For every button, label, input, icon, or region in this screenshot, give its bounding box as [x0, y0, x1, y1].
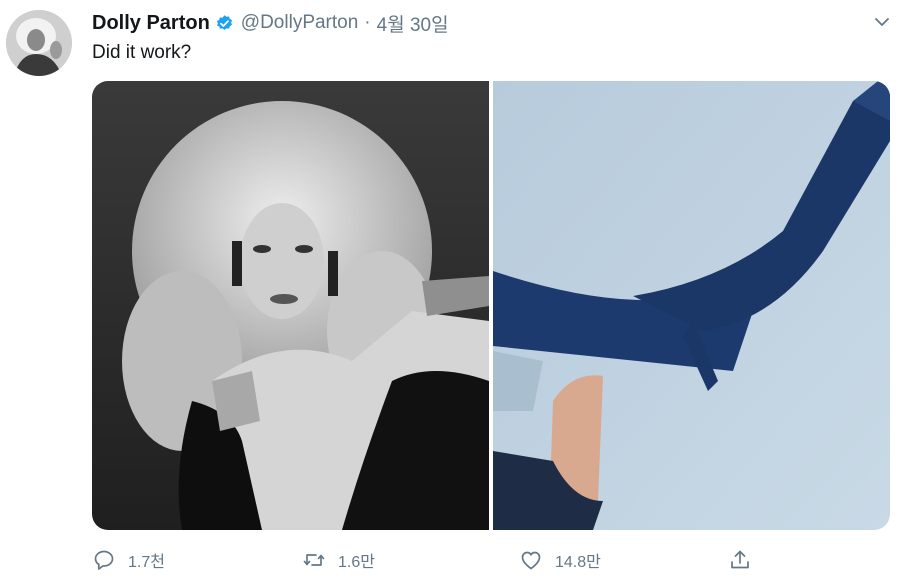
tweet: Dolly Parton @DollyParton · 4월 30일 Did i… — [0, 0, 900, 578]
heart-icon — [521, 551, 541, 570]
verified-badge-icon — [216, 14, 232, 30]
media-photo-left[interactable] — [92, 81, 489, 530]
retweet-button[interactable]: 1.6만 — [302, 545, 375, 575]
reply-button[interactable]: 1.7천 — [92, 545, 165, 575]
tweet-date[interactable]: 4월 30일 — [377, 10, 449, 37]
author-name[interactable]: Dolly Parton — [92, 12, 210, 35]
reply-icon — [94, 550, 114, 570]
share-button[interactable] — [728, 545, 752, 575]
avatar-image — [6, 10, 72, 76]
avatar[interactable] — [6, 10, 72, 76]
tweet-actions: 1.7천 1.6만 14.8만 — [92, 545, 792, 575]
boot-photo — [493, 81, 890, 530]
tweet-media[interactable] — [92, 81, 890, 530]
retweet-count: 1.6만 — [338, 554, 375, 571]
share-icon — [731, 550, 749, 569]
media-photo-right[interactable] — [493, 81, 890, 530]
like-count: 14.8만 — [555, 554, 601, 571]
portrait-photo — [92, 81, 489, 530]
like-button[interactable]: 14.8만 — [519, 545, 601, 575]
separator-dot: · — [364, 12, 371, 33]
reply-count: 1.7천 — [128, 554, 165, 571]
chevron-down-icon[interactable] — [872, 12, 892, 32]
tweet-header: Dolly Parton @DollyParton · 4월 30일 — [92, 10, 449, 36]
author-handle[interactable]: @DollyParton — [241, 12, 359, 34]
retweet-icon — [303, 554, 325, 566]
tweet-text: Did it work? — [92, 42, 192, 63]
